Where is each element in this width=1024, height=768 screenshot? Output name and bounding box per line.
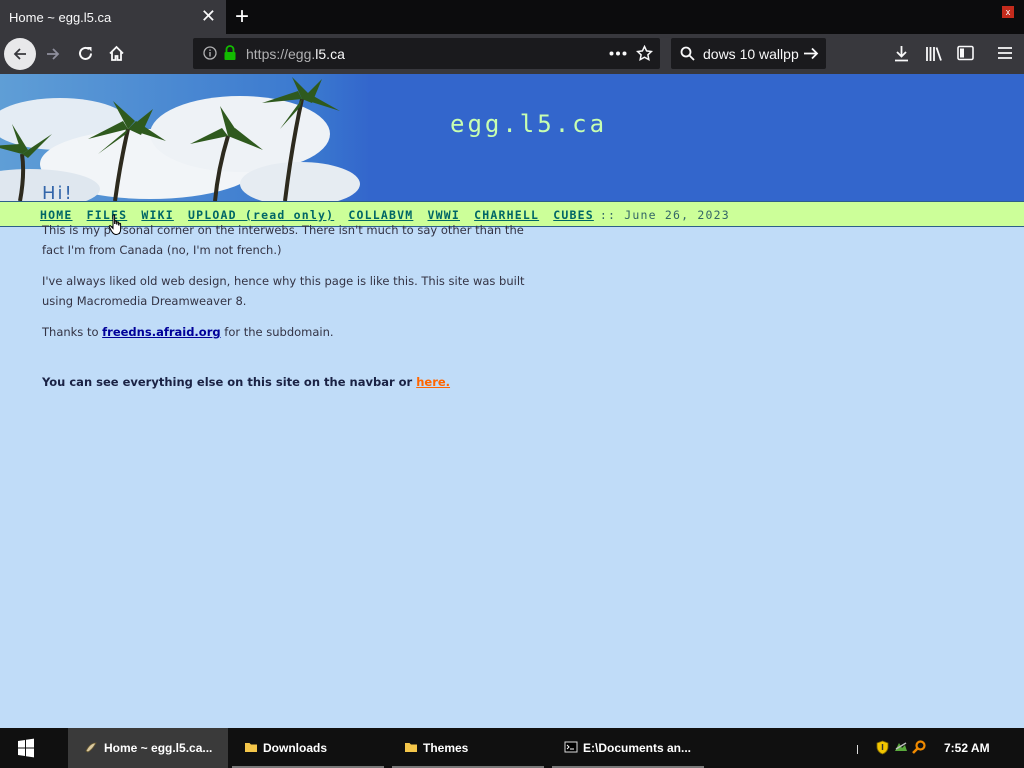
taskbar-downloads-button[interactable]: Downloads	[232, 728, 384, 768]
folder-icon	[405, 743, 417, 752]
sidebar-icon[interactable]	[957, 45, 974, 61]
taskbar-label: E:\Documents an...	[583, 741, 692, 755]
url-text[interactable]: https://egg.l5.ca	[246, 46, 345, 62]
window-close-button[interactable]: x	[1002, 6, 1014, 18]
search-bar[interactable]: dows 10 wallpp	[671, 38, 826, 69]
windows-start-icon[interactable]	[0, 728, 52, 768]
search-input[interactable]: dows 10 wallpp	[703, 46, 799, 62]
nav-cubes-link[interactable]: CUBES	[553, 208, 594, 222]
menu-icon[interactable]	[997, 46, 1013, 60]
search-tray-icon[interactable]	[911, 739, 927, 755]
cmd-icon	[564, 741, 578, 753]
security-shield-icon[interactable]	[876, 740, 889, 755]
thanks-suffix: for the subdomain.	[220, 325, 334, 339]
taskbar: Home ~ egg.l5.ca... Downloads Themes E:\…	[0, 728, 1024, 768]
taskbar-clock[interactable]: 7:52 AM	[944, 741, 990, 755]
lock-icon[interactable]	[223, 45, 237, 61]
here-link[interactable]: here.	[416, 375, 450, 389]
forward-icon[interactable]	[45, 46, 61, 62]
home-icon[interactable]	[108, 45, 125, 62]
taskbar-firefox-button[interactable]: Home ~ egg.l5.ca...	[68, 728, 228, 768]
folder-icon	[245, 743, 257, 752]
close-tab-icon[interactable]: ✕	[201, 6, 216, 27]
tab-title: Home ~ egg.l5.ca	[9, 10, 112, 25]
new-tab-button[interactable]: +	[231, 3, 253, 31]
taskbar-cmd-button[interactable]: E:\Documents an...	[552, 728, 704, 768]
thanks-text: Thanks to	[42, 325, 103, 339]
tray-divider	[857, 745, 858, 754]
network-icon[interactable]	[893, 739, 909, 755]
info-icon[interactable]	[203, 46, 217, 60]
freedns-link[interactable]: freedns.afraid.org	[102, 325, 220, 339]
tab-strip: Home ~ egg.l5.ca ✕ + x	[0, 0, 1024, 34]
hand-cursor-icon	[108, 214, 122, 235]
taskbar-label: Themes	[423, 741, 469, 755]
url-bar[interactable]: https://egg.l5.ca	[193, 38, 660, 69]
site-banner: egg.l5.ca	[0, 74, 1024, 201]
thanks-paragraph: Thanks to freedns.afraid.org for the sub…	[42, 322, 532, 342]
taskbar-themes-button[interactable]: Themes	[392, 728, 544, 768]
palm-trees-image	[0, 74, 370, 201]
taskbar-label: Home ~ egg.l5.ca...	[104, 741, 213, 755]
bookmark-star-icon[interactable]	[636, 45, 653, 62]
back-button[interactable]	[4, 38, 36, 70]
nav-date: :: June 26, 2023	[599, 208, 730, 222]
download-icon[interactable]	[893, 45, 910, 62]
navbar-hint-paragraph: You can see everything else on this site…	[42, 372, 532, 392]
search-icon	[680, 46, 695, 61]
navbar-hint-text: You can see everything else on this site…	[42, 375, 417, 389]
back-arrow-icon	[13, 48, 26, 60]
site-title: egg.l5.ca	[450, 110, 608, 138]
page-actions-icon[interactable]	[609, 51, 627, 56]
reload-icon[interactable]	[77, 45, 94, 62]
search-go-icon[interactable]	[803, 46, 819, 61]
taskbar-label: Downloads	[263, 741, 328, 755]
library-icon[interactable]	[925, 45, 943, 62]
design-paragraph: I've always liked old web design, hence …	[42, 274, 525, 308]
greeting-heading: Hi!	[42, 183, 74, 204]
egg-icon	[85, 742, 97, 753]
browser-toolbar: https://egg.l5.ca dows 10 wallpp	[0, 34, 1024, 74]
browser-tab[interactable]: Home ~ egg.l5.ca ✕	[0, 0, 226, 34]
